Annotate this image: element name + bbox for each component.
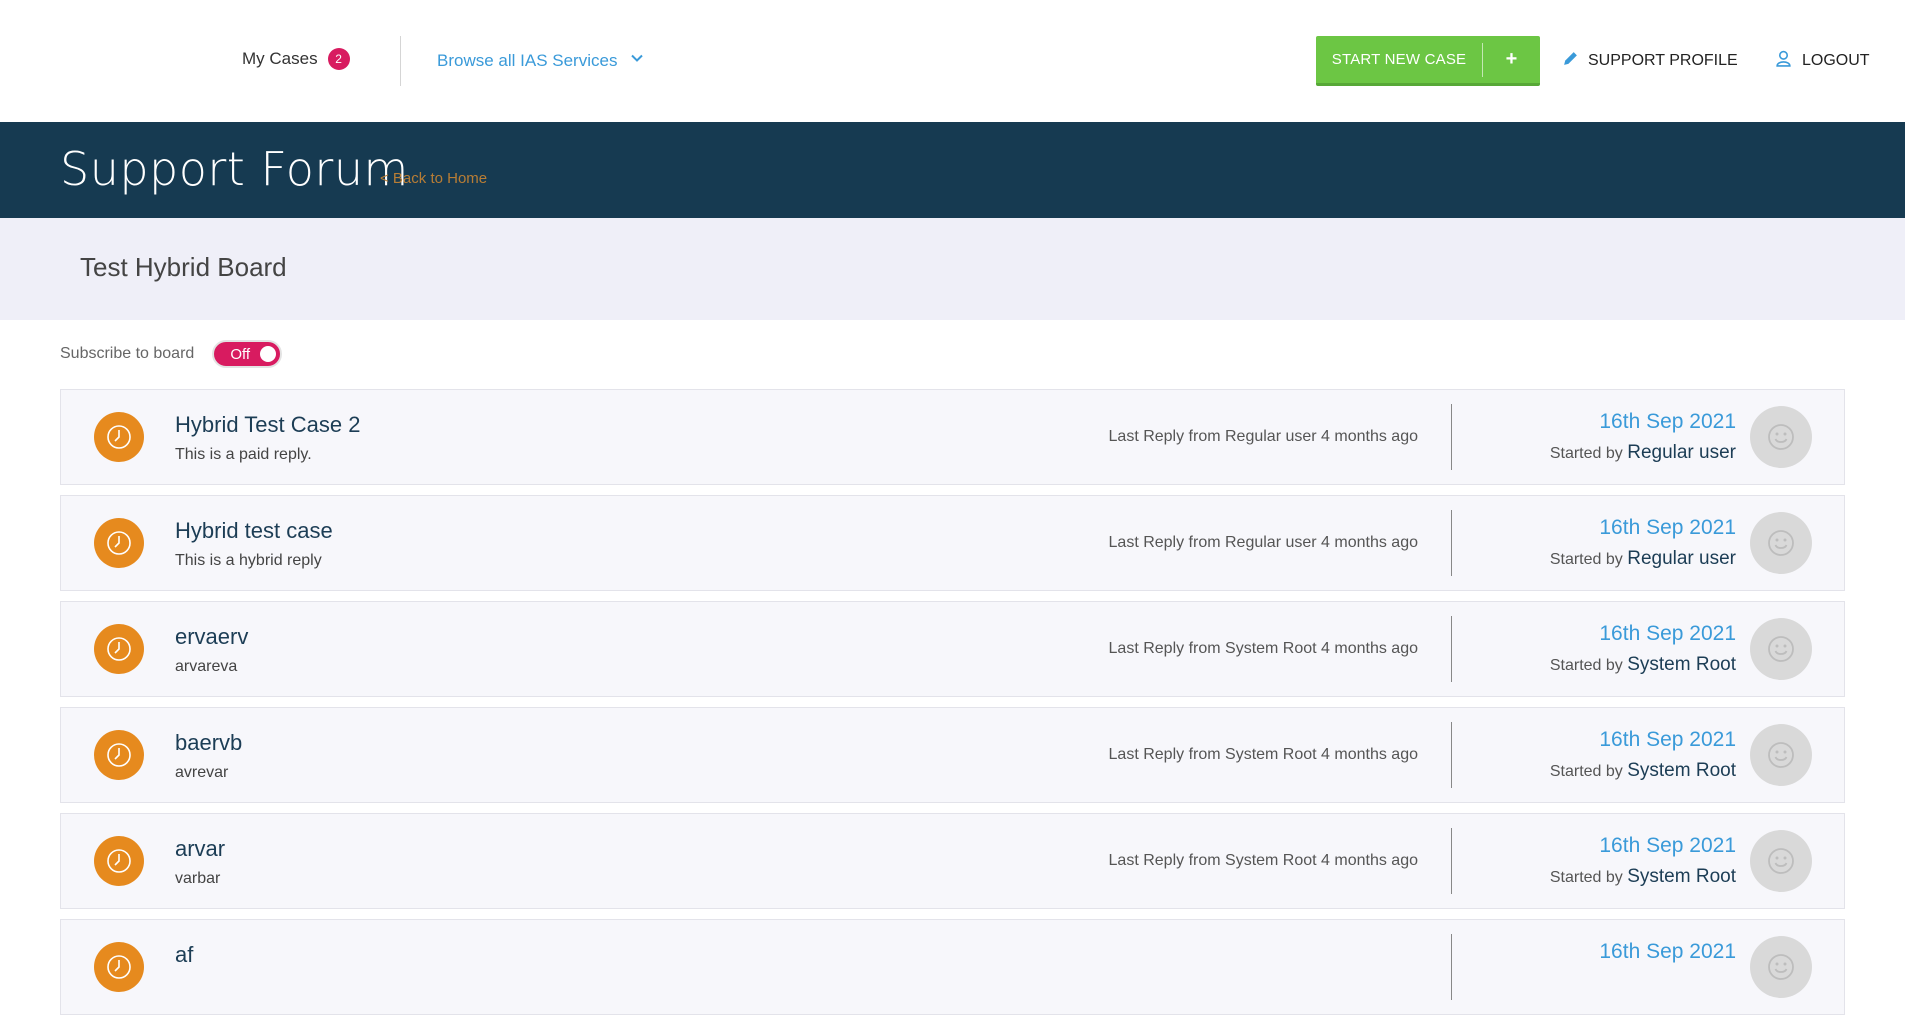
thread-started-by: Started by Regular user [1550, 548, 1736, 570]
thread-divider [1451, 828, 1452, 894]
started-by-prefix: Started by [1549, 657, 1623, 674]
subscribe-control: Subscribe to board Off [60, 340, 283, 368]
thread-date: 16th Sep 2021 [1599, 940, 1736, 963]
thread-date: 16th Sep 2021 [1599, 410, 1736, 433]
started-by-prefix: Started by [1549, 445, 1623, 462]
thread-title[interactable]: Hybrid test case [175, 518, 333, 544]
clock-icon [94, 730, 144, 780]
smiley-icon [1750, 512, 1812, 574]
nav-divider [400, 36, 401, 86]
support-profile-label: SUPPORT PROFILE [1588, 52, 1738, 69]
thread-list: Hybrid Test Case 2 This is a paid reply.… [60, 389, 1845, 1025]
toggle-state-label: Off [230, 346, 251, 363]
thread-title[interactable]: Hybrid Test Case 2 [175, 412, 360, 438]
thread-subtitle: This is a paid reply. [175, 446, 312, 463]
thread-title[interactable]: baervb [175, 730, 242, 756]
logout-link[interactable]: LOGOUT [1775, 50, 1870, 72]
started-by-user: Regular user [1627, 548, 1736, 569]
thread-row[interactable]: baervb avrevar Last Reply from System Ro… [60, 707, 1845, 803]
subscribe-toggle[interactable]: Off [212, 340, 283, 368]
thread-last-reply: Last Reply from System Root 4 months ago [1108, 852, 1418, 869]
logout-label: LOGOUT [1802, 52, 1870, 69]
started-by-user: Regular user [1627, 442, 1736, 463]
thread-title[interactable]: arvar [175, 836, 225, 862]
start-new-case-button[interactable]: START NEW CASE + [1316, 36, 1540, 86]
thread-row[interactable]: arvar varbar Last Reply from System Root… [60, 813, 1845, 909]
subscribe-label: Subscribe to board [60, 345, 195, 362]
smiley-icon [1750, 724, 1812, 786]
smiley-icon [1750, 936, 1812, 998]
started-by-prefix: Started by [1549, 551, 1623, 568]
browse-services-label: Browse all IAS Services [437, 50, 618, 70]
clock-icon [94, 836, 144, 886]
smiley-icon [1750, 618, 1812, 680]
thread-date: 16th Sep 2021 [1599, 622, 1736, 645]
thread-last-reply: Last Reply from System Root 4 months ago [1108, 640, 1418, 657]
started-by-prefix: Started by [1549, 869, 1623, 886]
plus-icon: + [1505, 48, 1518, 70]
thread-started-by: Started by System Root [1550, 654, 1736, 676]
started-by-user: System Root [1627, 866, 1736, 887]
thread-started-by: Started by Regular user [1550, 442, 1736, 464]
thread-subtitle: varbar [175, 870, 221, 887]
started-by-prefix: Started by [1549, 763, 1623, 780]
thread-last-reply: Last Reply from Regular user 4 months ag… [1108, 428, 1418, 445]
thread-row[interactable]: Hybrid Test Case 2 This is a paid reply.… [60, 389, 1845, 485]
thread-row[interactable]: af 16th Sep 2021 [60, 919, 1845, 1015]
started-by-user: System Root [1627, 760, 1736, 781]
thread-subtitle: arvareva [175, 658, 238, 675]
thread-date: 16th Sep 2021 [1599, 516, 1736, 539]
thread-title[interactable]: ervaerv [175, 624, 248, 650]
thread-subtitle: avrevar [175, 764, 229, 781]
clock-icon [94, 412, 144, 462]
thread-date: 16th Sep 2021 [1599, 834, 1736, 857]
browse-services-dropdown[interactable]: Browse all IAS Services [437, 50, 645, 71]
thread-divider [1451, 404, 1452, 470]
start-new-case-label: START NEW CASE [1331, 51, 1467, 68]
clock-icon [94, 942, 144, 992]
smiley-icon [1750, 406, 1812, 468]
thread-divider [1451, 616, 1452, 682]
thread-subtitle: This is a hybrid reply [175, 552, 322, 569]
clock-icon [94, 518, 144, 568]
board-header: Test Hybrid Board [0, 218, 1905, 320]
thread-title[interactable]: af [175, 942, 193, 968]
thread-last-reply: Last Reply from System Root 4 months ago [1108, 746, 1418, 763]
chevron-down-icon [629, 50, 645, 71]
thread-started-by: Started by System Root [1550, 866, 1736, 888]
thread-divider [1451, 722, 1452, 788]
support-profile-link[interactable]: SUPPORT PROFILE [1562, 50, 1738, 72]
top-navigation: My Cases 2 Browse all IAS Services START… [0, 0, 1905, 122]
clock-icon [94, 624, 144, 674]
my-cases-label: My Cases [242, 49, 318, 68]
thread-last-reply: Last Reply from Regular user 4 months ag… [1108, 534, 1418, 551]
back-to-home-link[interactable]: < Back to Home [380, 170, 487, 187]
thread-row[interactable]: ervaerv arvareva Last Reply from System … [60, 601, 1845, 697]
thread-started-by: Started by System Root [1550, 760, 1736, 782]
my-cases-count-badge: 2 [327, 48, 350, 70]
thread-divider [1451, 510, 1452, 576]
pencil-icon [1562, 50, 1579, 72]
page-title: Support Forum [60, 142, 409, 196]
user-icon [1775, 50, 1792, 72]
smiley-icon [1750, 830, 1812, 892]
thread-date: 16th Sep 2021 [1599, 728, 1736, 751]
thread-divider [1451, 934, 1452, 1000]
toggle-knob [260, 346, 277, 362]
page-banner: Support Forum < Back to Home [0, 122, 1905, 218]
my-cases-link[interactable]: My Cases 2 [242, 48, 350, 70]
thread-row[interactable]: Hybrid test case This is a hybrid reply … [60, 495, 1845, 591]
board-name: Test Hybrid Board [80, 252, 287, 282]
started-by-user: System Root [1627, 654, 1736, 675]
